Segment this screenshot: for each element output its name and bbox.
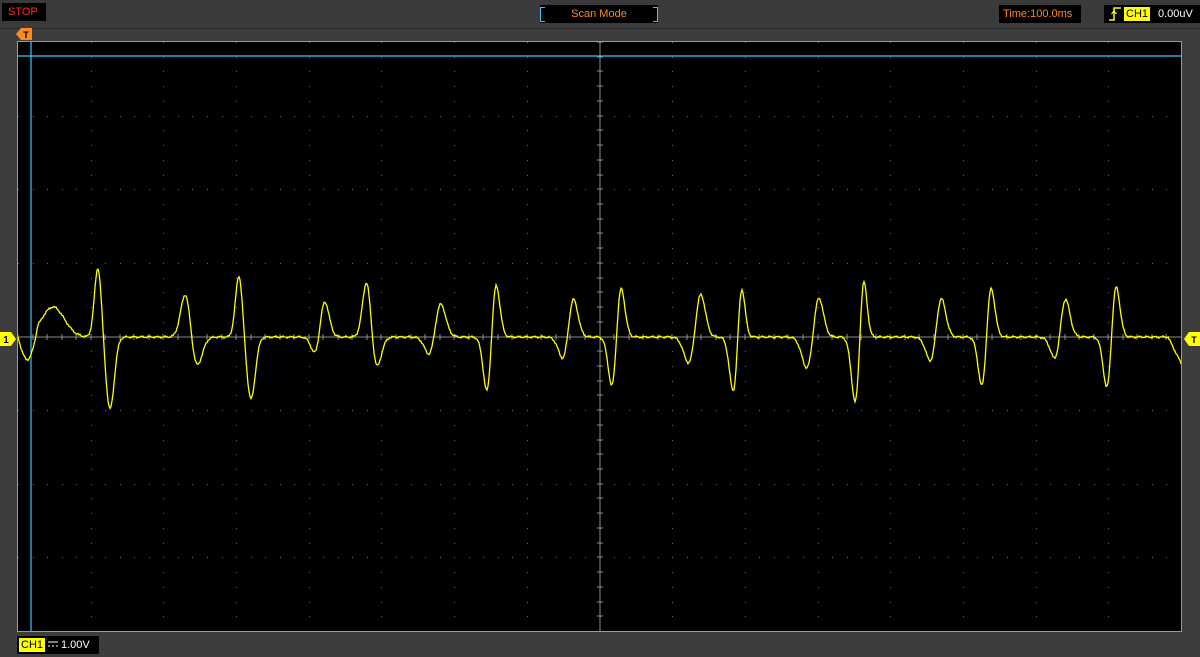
oscilloscope-display[interactable] bbox=[17, 41, 1182, 632]
ch1-badge: CH1 bbox=[19, 638, 46, 652]
trigger-info[interactable]: CH1 0.00uV bbox=[1104, 5, 1200, 23]
dc-coupling-icon bbox=[48, 641, 58, 647]
channel-settings-bar[interactable]: CH1 1.00V bbox=[17, 636, 99, 654]
trigger-level-label: T bbox=[1191, 335, 1197, 345]
trigger-channel-badge: CH1 bbox=[1124, 7, 1151, 21]
volts-per-div-value: 1.00V bbox=[61, 639, 90, 651]
run-stop-button[interactable]: STOP bbox=[2, 3, 46, 21]
ch1-ground-label: 1 bbox=[3, 335, 9, 346]
ch1-ground-marker[interactable]: 1 bbox=[0, 332, 16, 346]
status-toolbar: STOP Scan Mode Time:100.0ms CH1 0.00uV bbox=[0, 0, 1200, 29]
acquisition-mode-indicator[interactable]: Scan Mode bbox=[540, 5, 658, 23]
timebase-indicator[interactable]: Time:100.0ms bbox=[999, 5, 1081, 23]
trigger-level-marker[interactable]: T bbox=[1184, 332, 1200, 346]
rising-edge-icon bbox=[1109, 7, 1121, 21]
trigger-level-value: 0.00uV bbox=[1158, 8, 1193, 20]
trigger-position-marker[interactable]: T bbox=[16, 28, 32, 40]
waveform-canvas bbox=[18, 42, 1181, 631]
trigger-position-label: T bbox=[23, 30, 29, 40]
